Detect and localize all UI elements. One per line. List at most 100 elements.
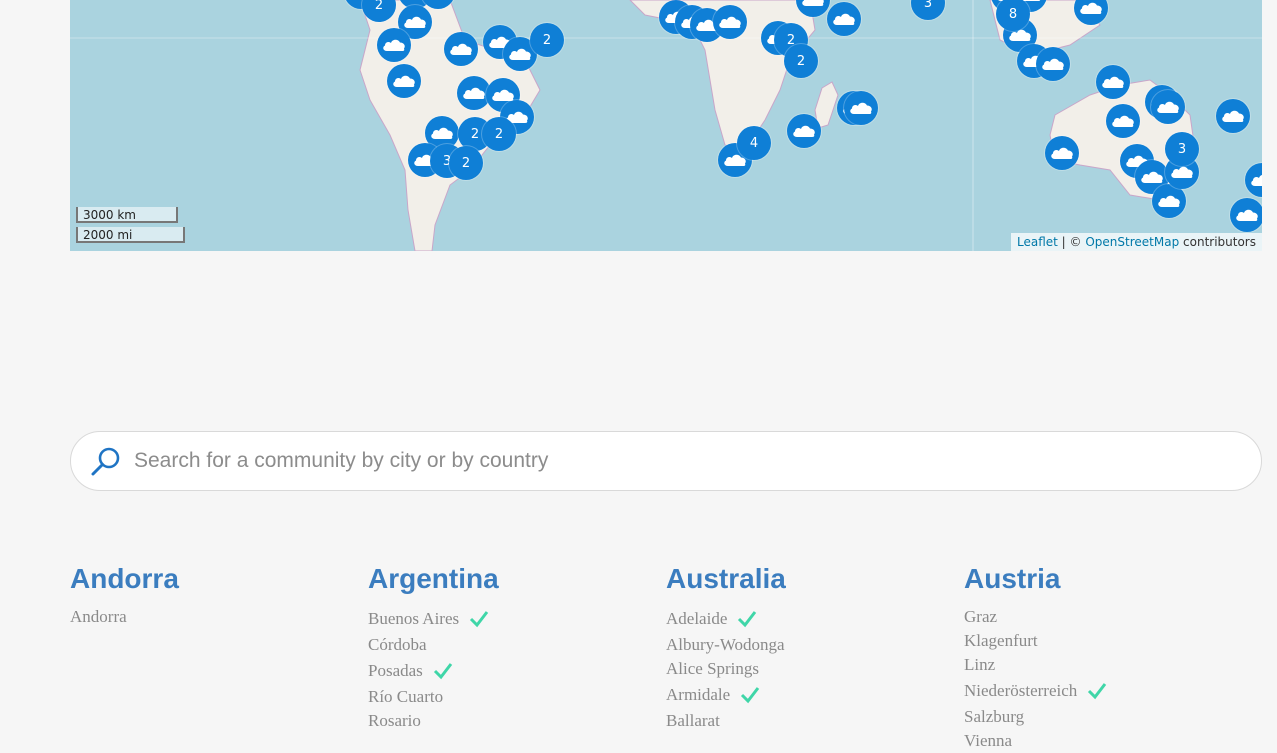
cloud-icon (850, 102, 872, 114)
cloud-icon (463, 87, 485, 99)
cloud-icon (393, 75, 415, 87)
community-marker[interactable] (844, 91, 878, 125)
city-name: Adelaide (666, 609, 728, 628)
cloud-icon (1141, 171, 1163, 183)
country-block-australia: Australia Adelaide Albury-Wodonga Alice … (666, 563, 946, 733)
cloud-icon (802, 0, 824, 6)
community-marker[interactable] (1106, 104, 1140, 138)
community-marker[interactable] (1036, 47, 1070, 81)
city-name: Ballarat (666, 711, 720, 730)
city-item[interactable]: Alice Springs (666, 657, 946, 681)
city-name: Salzburg (964, 707, 1025, 726)
community-marker[interactable] (1152, 184, 1186, 218)
city-name: Córdoba (368, 635, 427, 654)
leaflet-link[interactable]: Leaflet (1017, 235, 1058, 249)
country-block-austria: Austria Graz Klagenfurt Linz Niederöster… (964, 563, 1244, 753)
check-icon (470, 611, 489, 628)
city-name: Armidale (666, 685, 731, 704)
country-heading[interactable]: Argentina (368, 563, 648, 595)
scale-bar-mi: 2000 mi (76, 227, 185, 243)
city-item[interactable]: Andorra (70, 605, 350, 629)
city-item[interactable]: Río Cuarto (368, 685, 648, 709)
cluster-marker[interactable]: 4 (737, 126, 771, 160)
community-marker[interactable] (387, 64, 421, 98)
cloud-icon (1236, 209, 1258, 221)
community-marker[interactable] (377, 28, 411, 62)
city-list: Graz Klagenfurt Linz Niederösterreich Sa… (964, 605, 1244, 753)
city-item[interactable]: Armidale (666, 681, 946, 709)
city-name: Graz (964, 607, 998, 626)
cloud-icon (1102, 76, 1124, 88)
city-item[interactable]: Buenos Aires (368, 605, 648, 633)
country-heading[interactable]: Australia (666, 563, 946, 595)
scale-bar-km: 3000 km (76, 207, 178, 223)
city-list: Buenos Aires Córdoba Posadas Río Cuarto … (368, 605, 648, 733)
cloud-icon (719, 16, 741, 28)
country-heading[interactable]: Austria (964, 563, 1244, 595)
country-block-andorra: Andorra Andorra (70, 563, 350, 629)
community-marker[interactable] (827, 2, 861, 36)
community-marker[interactable] (713, 5, 747, 39)
city-item[interactable]: Linz (964, 653, 1244, 677)
city-item[interactable]: Rosario (368, 709, 648, 733)
cluster-marker[interactable]: 2 (530, 23, 564, 57)
openstreetmap-link[interactable]: OpenStreetMap (1085, 235, 1179, 249)
city-name: Klagenfurt (964, 631, 1038, 650)
community-marker[interactable] (444, 32, 478, 66)
community-marker[interactable] (787, 114, 821, 148)
city-item[interactable]: Klagenfurt (964, 629, 1244, 653)
cloud-icon (450, 43, 472, 55)
cloud-icon (1158, 195, 1180, 207)
cloud-icon (1112, 115, 1134, 127)
country-heading[interactable]: Andorra (70, 563, 350, 595)
cluster-marker[interactable]: 3 (1165, 132, 1199, 166)
city-item[interactable]: Niederösterreich (964, 677, 1244, 705)
country-block-argentina: Argentina Buenos Aires Córdoba Posadas R… (368, 563, 648, 733)
cloud-icon (431, 127, 453, 139)
search-input[interactable] (132, 448, 1236, 474)
city-name: Posadas (368, 661, 423, 680)
city-item[interactable]: Córdoba (368, 633, 648, 657)
cloud-icon (404, 16, 426, 28)
city-item[interactable]: Ballarat (666, 709, 946, 733)
community-marker[interactable] (1216, 99, 1250, 133)
community-marker[interactable] (1045, 136, 1079, 170)
cloud-icon (793, 125, 815, 137)
city-item[interactable]: Adelaide (666, 605, 946, 633)
community-marker[interactable] (1230, 198, 1262, 232)
city-list: Andorra (70, 605, 350, 629)
city-name: Vienna (964, 731, 1013, 750)
city-item[interactable]: Vienna (964, 729, 1244, 753)
cloud-icon (1157, 101, 1179, 113)
check-icon (738, 611, 757, 628)
cloud-icon (383, 39, 405, 51)
city-item[interactable]: Graz (964, 605, 1244, 629)
community-search-bar[interactable] (70, 431, 1262, 491)
city-name: Albury-Wodonga (666, 635, 785, 654)
community-map[interactable]: 223222224383 3000 km 2000 mi Leaflet | ©… (70, 0, 1262, 251)
city-name: Linz (964, 655, 996, 674)
cluster-marker[interactable]: 2 (449, 146, 483, 180)
check-icon (1088, 683, 1107, 700)
city-name: Río Cuarto (368, 687, 444, 706)
city-name: Andorra (70, 607, 127, 626)
search-icon (91, 447, 120, 476)
city-item[interactable]: Posadas (368, 657, 648, 685)
community-marker[interactable] (1096, 65, 1130, 99)
map-tiles (70, 0, 1262, 251)
check-icon (433, 663, 452, 680)
city-name: Buenos Aires (368, 609, 460, 628)
cloud-icon (425, 0, 451, 1)
community-marker[interactable] (1151, 90, 1185, 124)
map-attribution: Leaflet | © OpenStreetMap contributors (1011, 233, 1262, 251)
city-item[interactable]: Salzburg (964, 705, 1244, 729)
cloud-icon (509, 48, 531, 60)
cluster-marker[interactable]: 2 (482, 117, 516, 151)
city-name: Rosario (368, 711, 421, 730)
cluster-marker[interactable]: 2 (784, 44, 818, 78)
city-list: Adelaide Albury-Wodonga Alice Springs Ar… (666, 605, 946, 733)
cloud-icon (1042, 58, 1064, 70)
cloud-icon (1222, 110, 1244, 122)
city-item[interactable]: Albury-Wodonga (666, 633, 946, 657)
attribution-separator: | © (1057, 235, 1086, 249)
